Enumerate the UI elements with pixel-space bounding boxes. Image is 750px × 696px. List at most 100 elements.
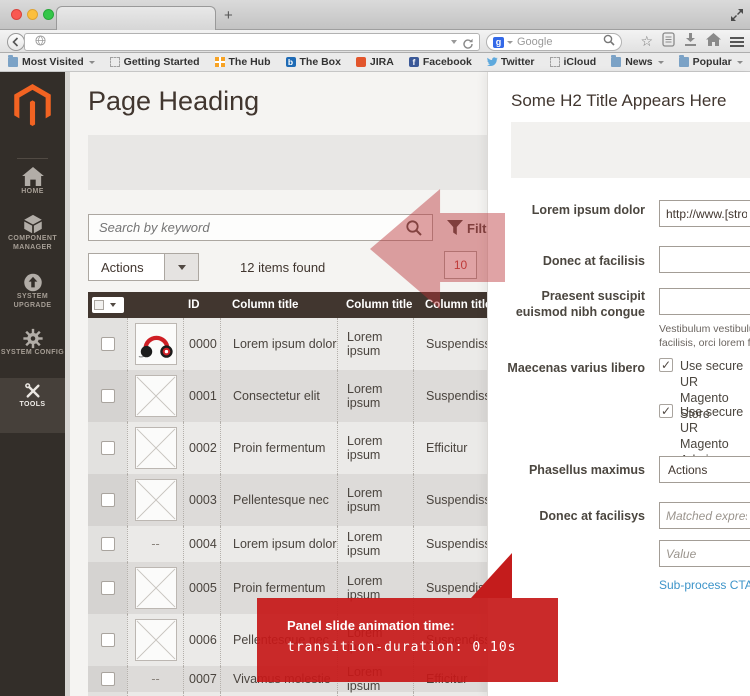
upgrade-arrow-icon	[22, 272, 43, 293]
bookmark-star-icon[interactable]: ☆	[640, 35, 653, 49]
row-checkbox[interactable]	[101, 537, 115, 551]
browser-tab[interactable]	[56, 6, 216, 30]
sidebar-item-tools[interactable]: TOOLS	[0, 378, 65, 433]
row-checkbox[interactable]	[101, 493, 115, 507]
sub-process-cta-link[interactable]: Sub-process CTA lin	[659, 578, 750, 592]
text-field[interactable]	[659, 288, 750, 315]
callout-title: Panel slide animation time:	[287, 618, 558, 633]
header-thumbnail[interactable]	[127, 292, 183, 318]
matched-expression-field[interactable]	[659, 502, 750, 529]
field-label: Donec at facilisis	[490, 253, 645, 269]
image-placeholder	[135, 567, 177, 609]
bookmark-getting-started[interactable]: Getting Started	[110, 56, 200, 68]
image-placeholder	[135, 375, 177, 417]
zoom-window-button[interactable]	[43, 9, 54, 20]
panel-title: Some H2 Title Appears Here	[511, 91, 726, 111]
globe-icon	[35, 33, 46, 51]
field-label: Donec at facilisys	[490, 508, 645, 524]
search-engine-dropdown-icon[interactable]	[507, 41, 513, 44]
no-image-dash: --	[151, 672, 159, 686]
bookmark-icloud[interactable]: iCloud	[550, 56, 597, 68]
search-magnifier-icon[interactable]	[603, 33, 615, 51]
image-placeholder	[135, 427, 177, 469]
back-button[interactable]	[7, 33, 25, 51]
admin-sidebar: HOME COMPONENT MANAGER SYSTEM UPGRADE SY…	[0, 72, 65, 696]
bookmark-most-visited[interactable]: Most Visited	[8, 56, 95, 68]
default-favicon	[110, 57, 120, 67]
sidebar-item-system-upgrade[interactable]: SYSTEM UPGRADE	[0, 270, 65, 320]
field-label: Praesent suscipit euismod nibh congue	[490, 288, 645, 320]
folder-icon	[679, 57, 689, 67]
cube-icon	[22, 214, 43, 235]
jira-icon	[356, 57, 366, 67]
sidebar-item-component-manager[interactable]: COMPONENT MANAGER	[0, 212, 65, 264]
magento-logo[interactable]	[14, 84, 51, 131]
google-icon: g	[493, 37, 504, 48]
row-checkbox[interactable]	[101, 672, 115, 686]
tools-icon	[22, 380, 44, 402]
select-all-control[interactable]	[88, 292, 127, 318]
field-label: Lorem ipsum dolor	[490, 202, 645, 218]
row-checkbox[interactable]	[101, 441, 115, 455]
address-bar[interactable]	[24, 33, 480, 51]
page-title: Page Heading	[88, 86, 259, 117]
menu-icon[interactable]	[730, 37, 744, 47]
gear-icon	[22, 328, 43, 349]
default-favicon	[550, 57, 560, 67]
pink-arrow-annotation	[370, 189, 505, 309]
minimize-window-button[interactable]	[27, 9, 38, 20]
fullscreen-icon[interactable]	[730, 8, 744, 27]
search-bar[interactable]: g Google	[486, 33, 622, 51]
url-field[interactable]	[659, 200, 750, 227]
callout-code: transition-duration: 0.10s	[287, 640, 558, 655]
value-field[interactable]	[659, 540, 750, 567]
bookmark-the-hub[interactable]: The Hub	[215, 56, 271, 68]
text-field[interactable]	[659, 246, 750, 273]
row-checkbox[interactable]	[101, 581, 115, 595]
select-all-checkbox[interactable]	[94, 300, 104, 310]
sidebar-item-system-config[interactable]: SYSTEM CONFIG	[0, 326, 65, 376]
search-input[interactable]	[88, 214, 433, 241]
image-placeholder	[135, 619, 177, 661]
bookmark-news[interactable]: News	[611, 56, 663, 68]
box-icon: b	[286, 57, 296, 67]
home-icon[interactable]	[706, 33, 721, 51]
actions-select[interactable]: Actions	[659, 456, 750, 483]
content-left-strip	[65, 72, 70, 696]
screenshot-root: + g Google ☆	[0, 0, 750, 696]
header-column-title-2[interactable]: Column title	[337, 292, 413, 318]
no-image-dash: --	[151, 537, 159, 551]
image-placeholder	[135, 479, 177, 521]
header-column-title-1[interactable]: Column title	[220, 292, 337, 318]
row-checkbox[interactable]	[101, 633, 115, 647]
admin-app: HOME COMPONENT MANAGER SYSTEM UPGRADE SY…	[0, 72, 750, 696]
bookmark-jira[interactable]: JIRA	[356, 56, 394, 68]
new-tab-button[interactable]: +	[224, 7, 233, 24]
browser-titlebar: +	[0, 0, 750, 30]
field-label: Phasellus maximus	[490, 462, 645, 478]
checkbox-checked[interactable]	[659, 404, 673, 418]
checkbox-checked[interactable]	[659, 358, 673, 372]
bookmarks-bar: Most Visited Getting Started The Hub bTh…	[0, 53, 750, 72]
bookmark-facebook[interactable]: fFacebook	[409, 56, 472, 68]
bookmark-the-box[interactable]: bThe Box	[286, 56, 341, 68]
downloads-icon[interactable]	[684, 32, 697, 51]
sidebar-item-home[interactable]: HOME	[0, 165, 65, 205]
url-dropdown-icon[interactable]	[451, 40, 457, 44]
header-id[interactable]: ID	[183, 292, 220, 318]
field-label: Maecenas varius libero	[490, 360, 645, 376]
chevron-down-icon	[89, 61, 95, 64]
folder-icon	[611, 57, 621, 67]
twitter-bird-icon	[487, 57, 497, 67]
row-checkbox[interactable]	[101, 337, 115, 351]
sidebar-divider	[17, 158, 48, 159]
bookmark-twitter[interactable]: Twitter	[487, 56, 535, 68]
actions-dropdown-caret[interactable]	[164, 253, 199, 281]
chevron-down-icon	[658, 61, 664, 64]
bookmark-popular[interactable]: Popular	[679, 56, 743, 68]
row-checkbox[interactable]	[101, 389, 115, 403]
actions-dropdown[interactable]: Actions	[88, 253, 165, 281]
bookmarks-list-icon[interactable]	[662, 32, 675, 52]
close-window-button[interactable]	[11, 9, 22, 20]
panel-toolbar-placeholder	[511, 122, 750, 178]
